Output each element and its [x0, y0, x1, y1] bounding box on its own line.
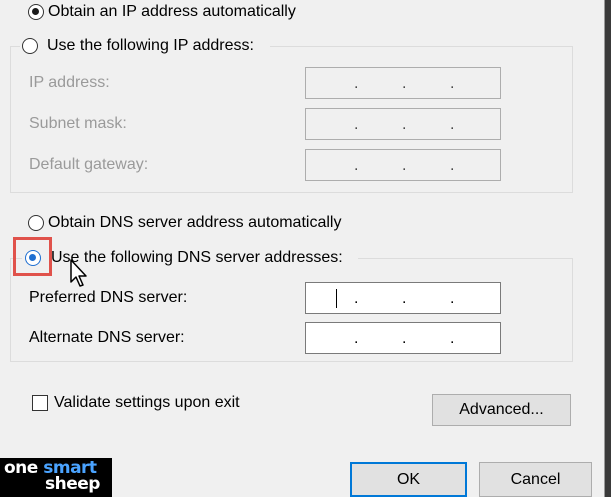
ip-dot: .	[354, 75, 359, 92]
cancel-button[interactable]: Cancel	[479, 462, 592, 497]
use-following-ip-label[interactable]: Use the following IP address:	[47, 36, 254, 56]
text-caret	[336, 289, 337, 308]
logo-word-one: one	[4, 458, 38, 478]
ip-dot: .	[354, 330, 359, 347]
ip-address-field[interactable]: . . .	[305, 67, 501, 99]
obtain-ip-auto-radio[interactable]	[28, 4, 44, 20]
obtain-ip-auto-label[interactable]: Obtain an IP address automatically	[48, 2, 296, 22]
ip-dot: .	[450, 330, 455, 347]
obtain-dns-auto-label[interactable]: Obtain DNS server address automatically	[48, 213, 341, 233]
default-gateway-label: Default gateway:	[29, 156, 149, 173]
obtain-dns-auto-radio[interactable]	[28, 215, 44, 231]
logo-word-sheep: sheep	[45, 474, 100, 494]
subnet-mask-field[interactable]: . . .	[305, 108, 501, 140]
one-smart-sheep-logo: one smart sheep	[0, 458, 112, 497]
ip-dot: .	[450, 116, 455, 133]
preferred-dns-label: Preferred DNS server:	[29, 289, 188, 306]
mouse-pointer-icon	[70, 259, 87, 287]
use-following-dns-label[interactable]: Use the following DNS server addresses:	[51, 248, 343, 268]
ip-dot: .	[354, 116, 359, 133]
preferred-dns-field[interactable]: . . .	[305, 282, 501, 314]
radio-highlight-box	[13, 237, 52, 276]
ok-button[interactable]: OK	[350, 462, 467, 497]
ip-dot: .	[402, 157, 407, 174]
ip-dot: .	[354, 290, 359, 307]
window-edge	[605, 0, 611, 497]
alternate-dns-field[interactable]: . . .	[305, 322, 501, 354]
default-gateway-field[interactable]: . . .	[305, 149, 501, 181]
advanced-button[interactable]: Advanced...	[432, 394, 571, 426]
ip-address-label: IP address:	[29, 74, 110, 91]
validate-settings-label[interactable]: Validate settings upon exit	[54, 393, 240, 413]
ip-dot: .	[402, 330, 407, 347]
ip-dot: .	[402, 116, 407, 133]
use-following-ip-radio[interactable]	[22, 38, 38, 54]
subnet-mask-label: Subnet mask:	[29, 115, 127, 132]
ip-dot: .	[354, 157, 359, 174]
ip-dot: .	[402, 290, 407, 307]
ip-dot: .	[450, 157, 455, 174]
alternate-dns-label: Alternate DNS server:	[29, 329, 185, 346]
ip-dot: .	[450, 290, 455, 307]
ip-dot: .	[450, 75, 455, 92]
ip-dot: .	[402, 75, 407, 92]
validate-settings-checkbox[interactable]	[32, 395, 48, 411]
tcpip-properties-dialog: Obtain an IP address automatically Use t…	[0, 0, 611, 497]
